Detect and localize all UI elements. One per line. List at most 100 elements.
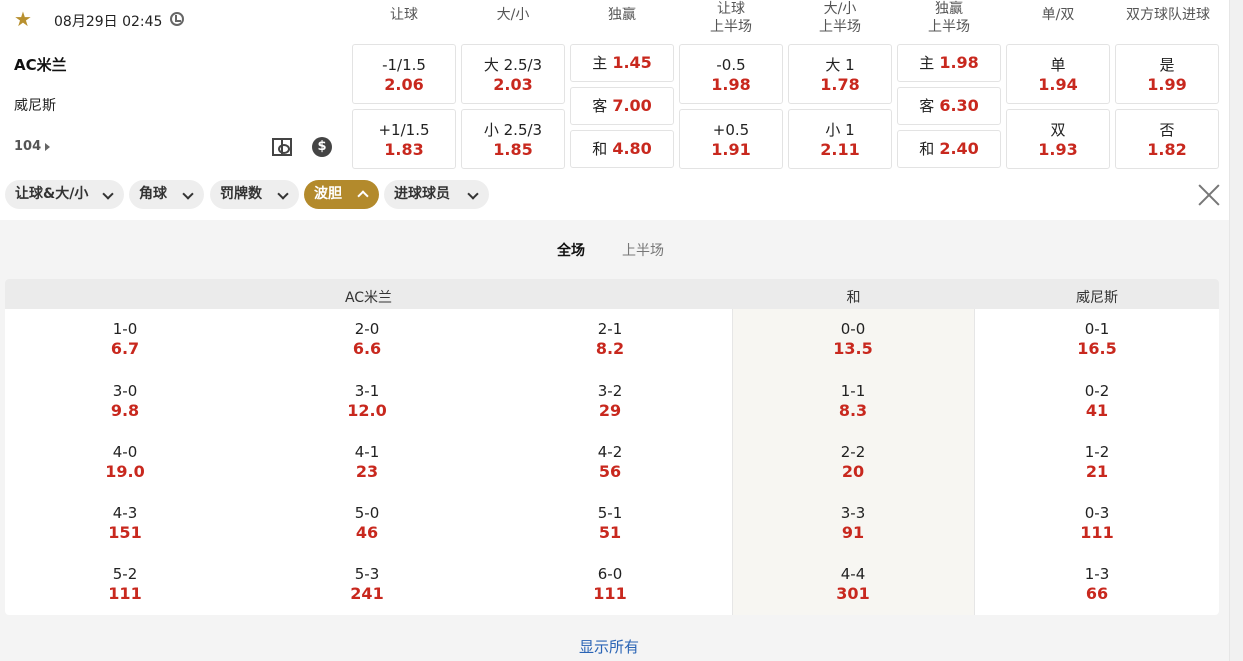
odds-cell[interactable]: 主 1.45 [570, 44, 674, 82]
odds-cell[interactable]: -0.5 1.98 [679, 44, 783, 104]
odds-cell[interactable]: 是 1.99 [1115, 44, 1219, 104]
odds-value: 2.06 [384, 75, 424, 94]
odds-cell[interactable]: +1/1.5 1.83 [352, 109, 456, 169]
score-label: 4-1 [354, 443, 380, 461]
odds-value: 2.40 [939, 139, 979, 158]
filter-chip-handicap-total[interactable]: 让球&大/小 [5, 180, 124, 209]
score-cell[interactable]: 2-1 8.2 [550, 319, 670, 359]
odds-value: 1.85 [493, 140, 533, 159]
more-markets-link[interactable]: 104 [14, 139, 51, 154]
score-label: 5-2 [112, 565, 138, 583]
scrollbar[interactable] [1229, 0, 1243, 661]
score-odd: 21 [1085, 462, 1109, 481]
score-label: 1-2 [1084, 443, 1110, 461]
odds-cell[interactable]: 小 1 2.11 [788, 109, 892, 169]
col-header-moneyline: 独赢 [570, 6, 674, 24]
score-cell[interactable]: 4-3 151 [65, 503, 185, 543]
score-odd: 66 [1085, 584, 1109, 603]
odds-label: 单 [1050, 56, 1066, 74]
odds-value: 4.80 [612, 139, 652, 158]
score-cell[interactable]: 5-1 51 [550, 503, 670, 543]
score-cell[interactable]: 4-0 19.0 [65, 442, 185, 482]
odds-value: 1.93 [1038, 140, 1078, 159]
score-label: 4-3 [112, 504, 138, 522]
odds-cell[interactable]: 大 2.5/3 2.03 [461, 44, 565, 104]
odds-cell[interactable]: 双 1.93 [1006, 109, 1110, 169]
more-markets-count: 104 [14, 139, 42, 154]
score-cell[interactable]: 1-3 66 [1037, 564, 1157, 604]
score-cell[interactable]: 5-0 46 [307, 503, 427, 543]
filter-chip-corners[interactable]: 角球 [129, 180, 204, 209]
score-cell[interactable]: 0-3 111 [1037, 503, 1157, 543]
correct-score-table: AC米兰 和 威尼斯 1-0 6.7 2-0 6.6 2-1 8.2 3-0 9.8 3-1 12… [5, 279, 1219, 615]
odds-cell[interactable]: 客 6.30 [897, 87, 1001, 125]
score-cell[interactable]: 3-1 12.0 [307, 381, 427, 421]
score-label: 0-2 [1084, 382, 1110, 400]
tab-full-time[interactable]: 全场 [557, 240, 585, 260]
odds-label: 是 [1159, 56, 1175, 74]
odds-label: 双 [1050, 121, 1066, 139]
close-icon[interactable] [1197, 183, 1221, 207]
odds-cell[interactable]: +0.5 1.91 [679, 109, 783, 169]
score-cell[interactable]: 0-0 13.5 [793, 319, 913, 359]
chevron-down-icon [277, 188, 289, 200]
score-cell[interactable]: 6-0 111 [550, 564, 670, 604]
score-cell[interactable]: 1-2 21 [1037, 442, 1157, 482]
dollar-icon[interactable]: $ [312, 137, 332, 157]
filter-chip-goalscorer[interactable]: 进球球员 [384, 180, 489, 209]
draw-header: 和 [846, 290, 861, 306]
away-header: 威尼斯 [1076, 290, 1118, 306]
odds-cell[interactable]: 大 1 1.78 [788, 44, 892, 104]
col-header-line1: 双方球队进球 [1126, 7, 1210, 23]
filter-chip-cards[interactable]: 罚牌数 [210, 180, 299, 209]
score-cell[interactable]: 0-1 16.5 [1037, 319, 1157, 359]
show-all-link[interactable]: 显示所有 [579, 636, 639, 657]
score-odd: 111 [108, 584, 142, 603]
odds-label: 客 [919, 97, 935, 115]
score-cell[interactable]: 3-0 9.8 [65, 381, 185, 421]
score-cell[interactable]: 1-0 6.7 [65, 319, 185, 359]
score-odd: 241 [350, 584, 384, 603]
odds-cell[interactable]: 主 1.98 [897, 44, 1001, 82]
score-label: 0-0 [840, 320, 866, 338]
score-label: 6-0 [597, 565, 623, 583]
filter-chip-label: 波胆 [314, 186, 342, 202]
favorite-star-icon[interactable]: ★ [14, 9, 34, 29]
odds-cell[interactable]: -1/1.5 2.06 [352, 44, 456, 104]
odds-value: 1.78 [820, 75, 860, 94]
score-cell[interactable]: 2-2 20 [793, 442, 913, 482]
score-odd: 111 [1080, 523, 1114, 542]
score-cell[interactable]: 4-2 56 [550, 442, 670, 482]
chevron-down-icon [102, 188, 114, 200]
col-header-line1: 让球 [390, 7, 418, 23]
score-odd: 301 [836, 584, 870, 603]
odds-cell[interactable]: 客 7.00 [570, 87, 674, 125]
tab-first-half[interactable]: 上半场 [622, 240, 664, 260]
score-cell[interactable]: 4-1 23 [307, 442, 427, 482]
score-cell[interactable]: 3-2 29 [550, 381, 670, 421]
filter-chip-correct-score[interactable]: 波胆 [304, 180, 379, 209]
odds-label: 小 1 [825, 121, 855, 139]
score-label: 2-1 [597, 320, 623, 338]
odds-label: +0.5 [712, 121, 750, 139]
odds-cell[interactable]: 单 1.94 [1006, 44, 1110, 104]
odds-cell[interactable]: 和 4.80 [570, 130, 674, 168]
pitch-icon[interactable] [272, 138, 292, 156]
score-odd: 111 [593, 584, 627, 603]
score-cell[interactable]: 1-1 8.3 [793, 381, 913, 421]
score-cell[interactable]: 5-2 111 [65, 564, 185, 604]
odds-label: -0.5 [716, 56, 746, 74]
odds-label: 主 [919, 54, 935, 72]
score-cell[interactable]: 3-3 91 [793, 503, 913, 543]
odds-cell[interactable]: 小 2.5/3 1.85 [461, 109, 565, 169]
odds-value: 1.45 [612, 53, 652, 72]
odds-cell[interactable]: 和 2.40 [897, 130, 1001, 168]
odds-cell[interactable]: 否 1.82 [1115, 109, 1219, 169]
score-cell[interactable]: 0-2 41 [1037, 381, 1157, 421]
score-cell[interactable]: 5-3 241 [307, 564, 427, 604]
score-cell[interactable]: 2-0 6.6 [307, 319, 427, 359]
score-label: 1-3 [1084, 565, 1110, 583]
score-odd: 23 [355, 462, 379, 481]
clock-icon [170, 12, 184, 26]
score-cell[interactable]: 4-4 301 [793, 564, 913, 604]
